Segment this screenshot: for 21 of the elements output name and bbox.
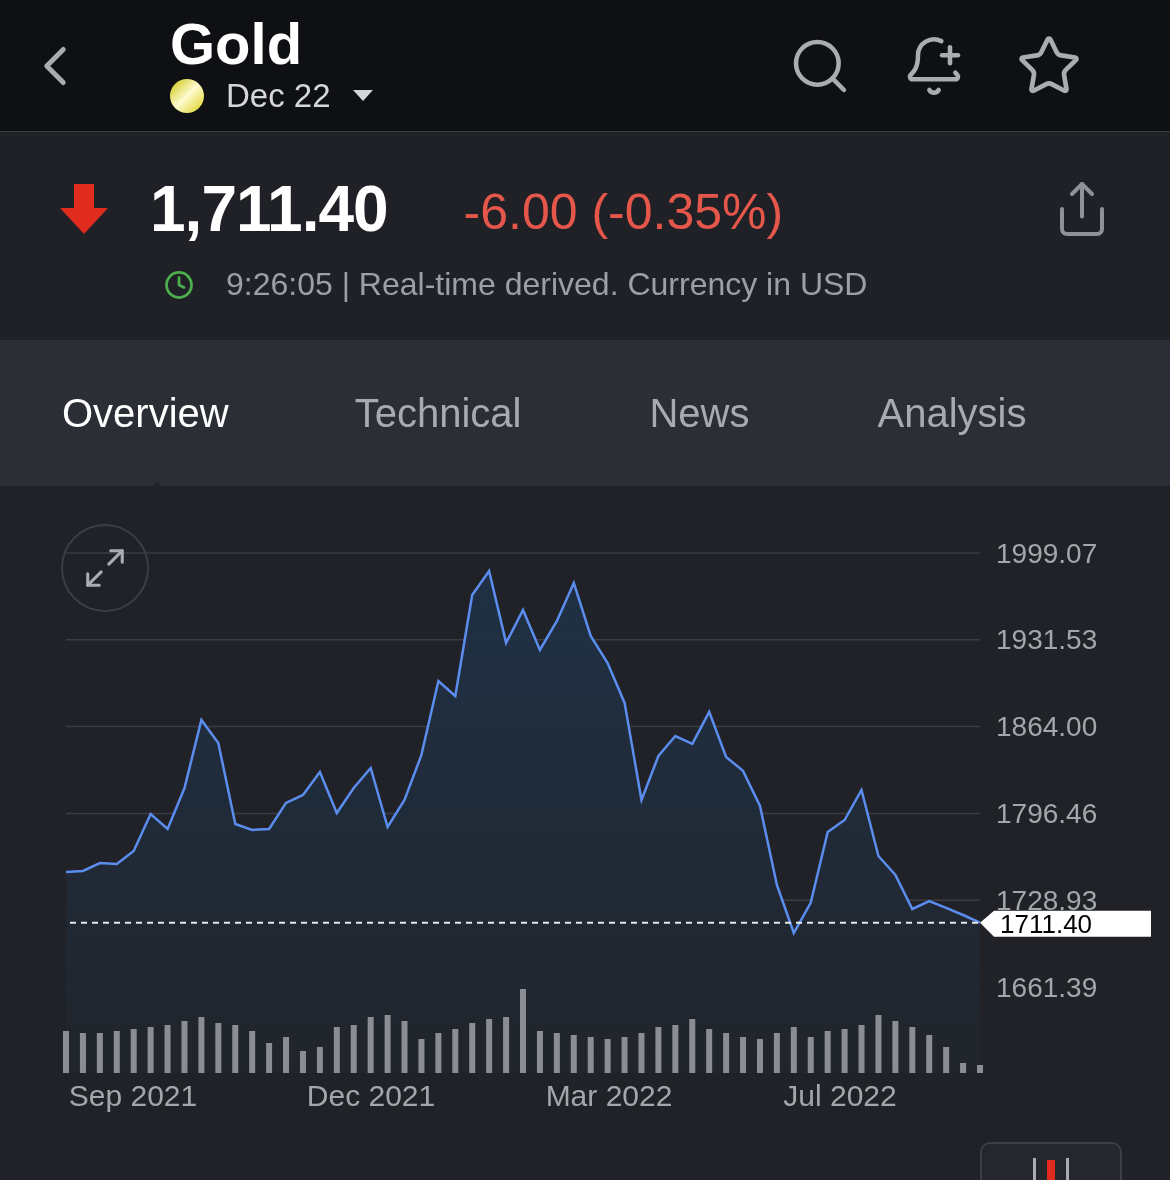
axis-label: Mar 2022 xyxy=(545,1079,673,1112)
instrument-title: Gold xyxy=(170,10,304,77)
axis-label: 1864.00 xyxy=(996,711,1098,743)
axis-label: Jul 2022 xyxy=(783,1079,897,1112)
axis-label: 1999.07 xyxy=(996,537,1098,569)
timestamp: 9:26:05 | Real-time derived. Currency in USD xyxy=(226,266,868,303)
tab[interactable]: Technical xyxy=(354,390,522,436)
axis-label: 1661.39 xyxy=(996,971,1098,1003)
caret-icon xyxy=(352,90,373,101)
tab[interactable]: Analysis xyxy=(877,390,1027,436)
axis-label: 1796.46 xyxy=(996,797,1098,829)
contract-selector[interactable]: Dec 22 xyxy=(170,76,373,115)
tab[interactable]: News xyxy=(649,390,750,436)
expand-button[interactable] xyxy=(61,524,149,612)
coin-icon xyxy=(170,78,204,113)
price: 1,711.40 xyxy=(150,172,388,246)
axis-label: Sep 2021 xyxy=(68,1079,198,1112)
price-change: -6.00 (-0.35%) xyxy=(463,183,785,241)
axis-label: Dec 2021 xyxy=(306,1079,436,1112)
axis-label: 1931.53 xyxy=(996,624,1098,656)
clock-icon xyxy=(164,269,194,300)
